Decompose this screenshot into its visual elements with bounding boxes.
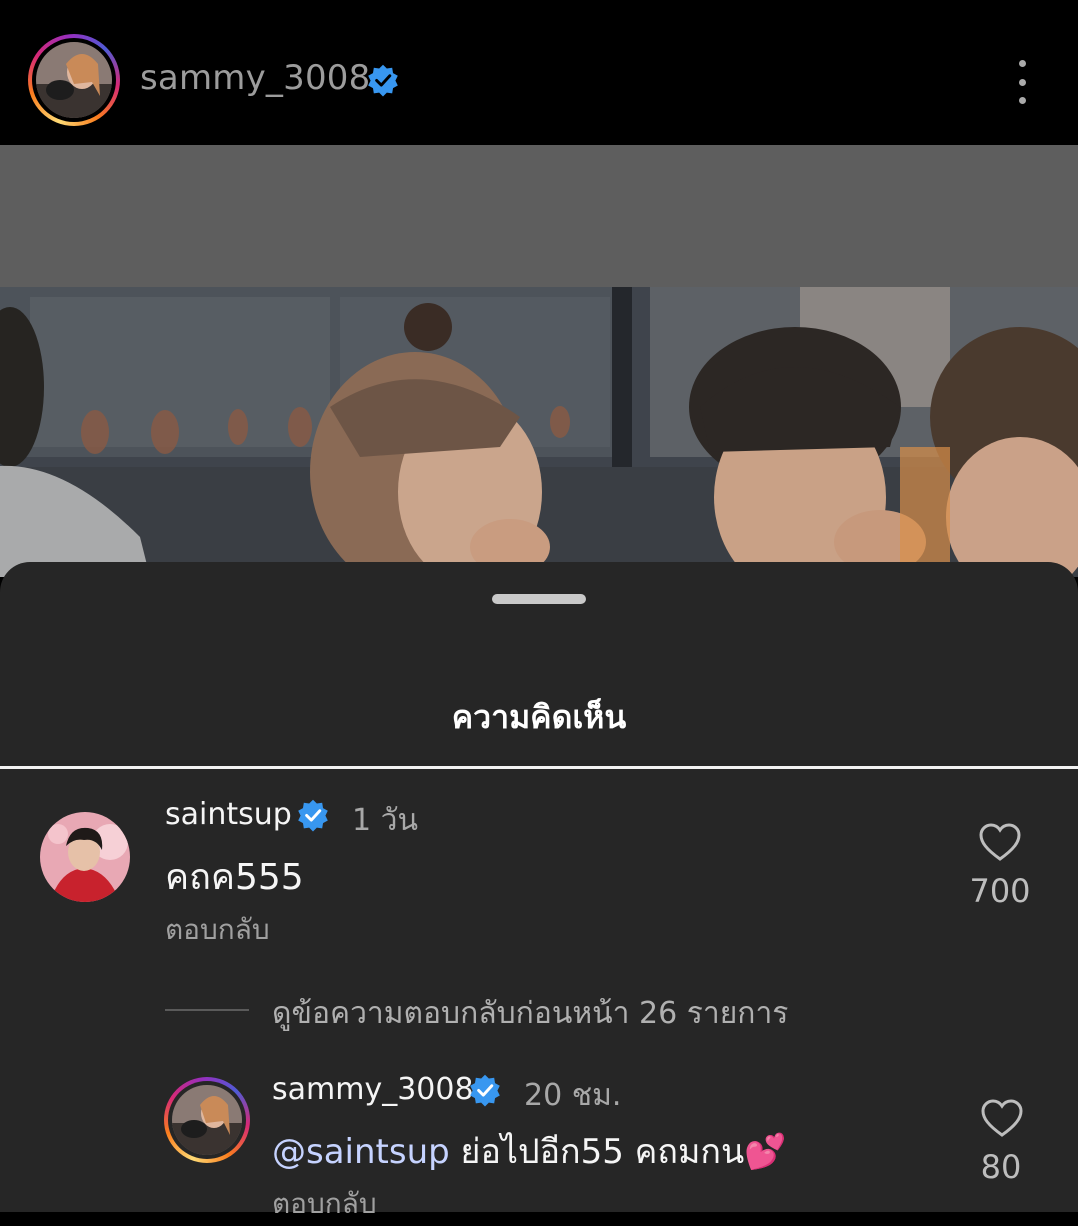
- verified-badge-icon: [298, 799, 328, 832]
- more-options-button[interactable]: [1004, 58, 1040, 106]
- mention-link[interactable]: @saintsup: [272, 1132, 450, 1172]
- reply-button[interactable]: ตอบกลับ: [165, 908, 270, 952]
- more-vertical-icon: [1018, 60, 1026, 67]
- commenter-avatar[interactable]: [40, 812, 130, 902]
- comment-text: คถค555: [165, 857, 304, 898]
- comments-title: ความคิดเห็น: [451, 698, 627, 736]
- post-author-username[interactable]: sammy_3008: [140, 58, 370, 98]
- view-replies-line: [165, 1009, 249, 1011]
- verified-badge-icon: [368, 64, 398, 97]
- verified-badge-icon: [470, 1074, 500, 1107]
- comment-username[interactable]: saintsup: [165, 797, 292, 832]
- reply-text: @saintsup ย่อไปอีก55 คถมกน💕: [272, 1124, 787, 1178]
- heart-icon[interactable]: [978, 822, 1022, 862]
- post-header: sammy_3008: [0, 0, 1078, 144]
- comment-timestamp: 1 วัน: [352, 803, 418, 838]
- title-divider: [0, 766, 1078, 769]
- reply-username[interactable]: sammy_3008: [272, 1072, 474, 1107]
- story-ring-avatar[interactable]: [164, 1077, 250, 1163]
- reply-avatar: [172, 1085, 242, 1155]
- drag-handle[interactable]: [492, 594, 586, 604]
- story-ring-avatar[interactable]: [28, 34, 120, 126]
- reply-button[interactable]: ตอบกลับ: [272, 1182, 377, 1226]
- like-count: 80: [980, 1148, 1022, 1186]
- post-video-frame[interactable]: [0, 287, 1078, 577]
- heart-icon[interactable]: [980, 1098, 1024, 1138]
- post-media-top: [0, 145, 1078, 287]
- comments-sheet: ความคิดเห็น saintsup 1 วัน คถค555 ตอบกลั…: [0, 562, 1078, 1220]
- view-previous-replies-button[interactable]: ดูข้อความตอบกลับก่อนหน้า 26 รายการ: [272, 990, 788, 1037]
- reply-timestamp: 20 ชม.: [524, 1078, 622, 1113]
- reply-body: ย่อไปอีก55 คถมกน💕: [449, 1132, 787, 1172]
- like-count: 700: [969, 872, 1031, 910]
- profile-avatar: [36, 42, 112, 118]
